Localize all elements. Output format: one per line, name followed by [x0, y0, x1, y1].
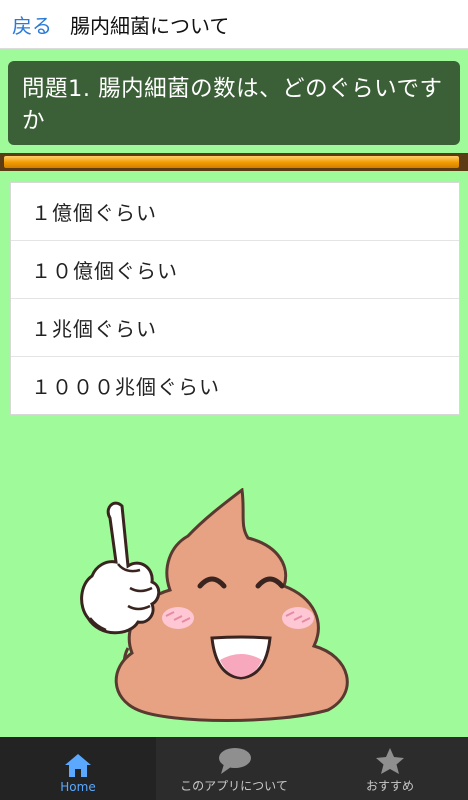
progress-bar	[0, 153, 468, 171]
back-button[interactable]: 戻る	[12, 10, 52, 39]
nav-about[interactable]: このアプリについて	[156, 737, 312, 800]
home-icon	[63, 752, 93, 778]
nav-home-label: Home	[60, 780, 96, 794]
answer-option-3[interactable]: １兆個ぐらい	[11, 299, 459, 357]
answer-list: １億個ぐらい １０億個ぐらい １兆個ぐらい １０００兆個ぐらい	[10, 182, 460, 415]
header-bar: 戻る 腸内細菌について	[0, 0, 468, 49]
bottom-navigation: Home このアプリについて おすすめ	[0, 737, 468, 800]
progress-fill	[4, 156, 460, 168]
answer-option-4[interactable]: １０００兆個ぐらい	[11, 357, 459, 414]
star-icon	[375, 747, 405, 775]
speech-bubble-icon	[216, 747, 252, 775]
question-box: 問題1. 腸内細菌の数は、どのぐらいですか	[8, 61, 460, 145]
nav-recommend[interactable]: おすすめ	[312, 737, 468, 800]
nav-about-label: このアプリについて	[180, 779, 288, 793]
nav-home[interactable]: Home	[0, 737, 156, 800]
poop-mascot-illustration	[70, 488, 370, 724]
page-title: 腸内細菌について	[70, 13, 230, 38]
nav-recommend-label: おすすめ	[365, 779, 414, 793]
answer-option-1[interactable]: １億個ぐらい	[11, 183, 459, 241]
answer-option-2[interactable]: １０億個ぐらい	[11, 241, 459, 299]
question-text: 問題1. 腸内細菌の数は、どのぐらいですか	[22, 76, 443, 134]
